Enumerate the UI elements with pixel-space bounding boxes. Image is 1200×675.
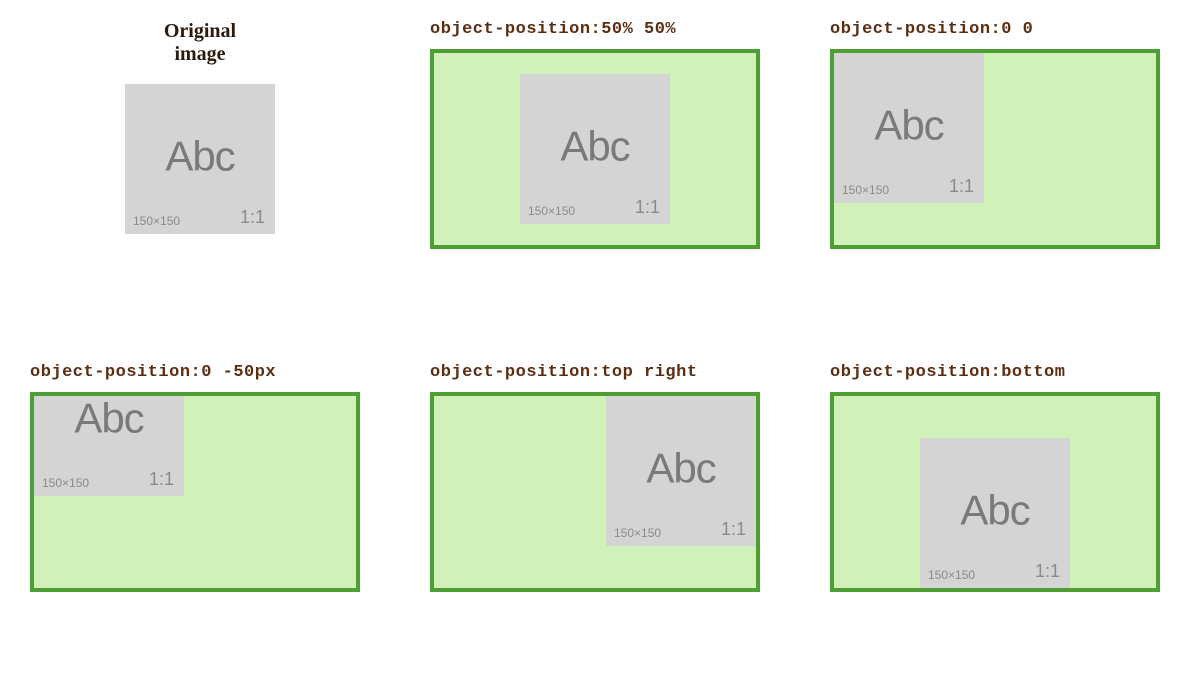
label-50-50: object-position:50% 50% (430, 20, 676, 39)
placeholder-ratio: 1:1 (1035, 561, 1060, 582)
placeholder-abc: Abc (560, 123, 629, 171)
heading-original-line2: image (174, 43, 225, 65)
cell-bottom: object-position:bottom Abc 150×150 1:1 (830, 363, 1170, 656)
cell-0-m50: object-position:0 -50px Abc 150×150 1:1 (30, 363, 370, 656)
placeholder-dims: 150×150 (928, 568, 975, 582)
placeholder-abc: Abc (874, 102, 943, 150)
box-top-right: Abc 150×150 1:1 (430, 392, 760, 592)
placeholder-dims: 150×150 (614, 526, 661, 540)
placeholder-abc: Abc (165, 133, 234, 181)
placeholder-image-0-m50: Abc 150×150 1:1 (34, 392, 184, 496)
box-0-m50: Abc 150×150 1:1 (30, 392, 360, 592)
placeholder-dims: 150×150 (42, 476, 89, 490)
cell-50-50: object-position:50% 50% Abc 150×150 1:1 (430, 20, 770, 313)
heading-original-line1: Original (164, 20, 236, 42)
placeholder-image-0-0: Abc 150×150 1:1 (834, 53, 984, 203)
cell-0-0: object-position:0 0 Abc 150×150 1:1 (830, 20, 1170, 313)
label-0-m50: object-position:0 -50px (30, 363, 276, 382)
placeholder-ratio: 1:1 (635, 197, 660, 218)
placeholder-image-bottom: Abc 150×150 1:1 (920, 438, 1070, 588)
placeholder-abc: Abc (74, 394, 143, 442)
cell-top-right: object-position:top right Abc 150×150 1:… (430, 363, 770, 656)
box-0-0: Abc 150×150 1:1 (830, 49, 1160, 249)
placeholder-ratio: 1:1 (949, 176, 974, 197)
placeholder-abc: Abc (646, 444, 715, 492)
placeholder-ratio: 1:1 (149, 469, 174, 490)
placeholder-dims: 150×150 (133, 214, 180, 228)
heading-original: Original image (164, 20, 236, 66)
placeholder-dims: 150×150 (528, 204, 575, 218)
label-bottom: object-position:bottom (830, 363, 1065, 382)
cell-original: Original image Abc 150×150 1:1 (30, 20, 370, 313)
placeholder-ratio: 1:1 (240, 207, 265, 228)
label-0-0: object-position:0 0 (830, 20, 1033, 39)
label-top-right: object-position:top right (430, 363, 698, 382)
demo-grid: Original image Abc 150×150 1:1 object-po… (30, 20, 1170, 655)
placeholder-ratio: 1:1 (721, 519, 746, 540)
placeholder-image-50-50: Abc 150×150 1:1 (520, 74, 670, 224)
placeholder-image-top-right: Abc 150×150 1:1 (606, 396, 756, 546)
placeholder-abc: Abc (960, 486, 1029, 534)
box-bottom: Abc 150×150 1:1 (830, 392, 1160, 592)
placeholder-image-original: Abc 150×150 1:1 (125, 84, 275, 234)
placeholder-dims: 150×150 (842, 183, 889, 197)
box-50-50: Abc 150×150 1:1 (430, 49, 760, 249)
